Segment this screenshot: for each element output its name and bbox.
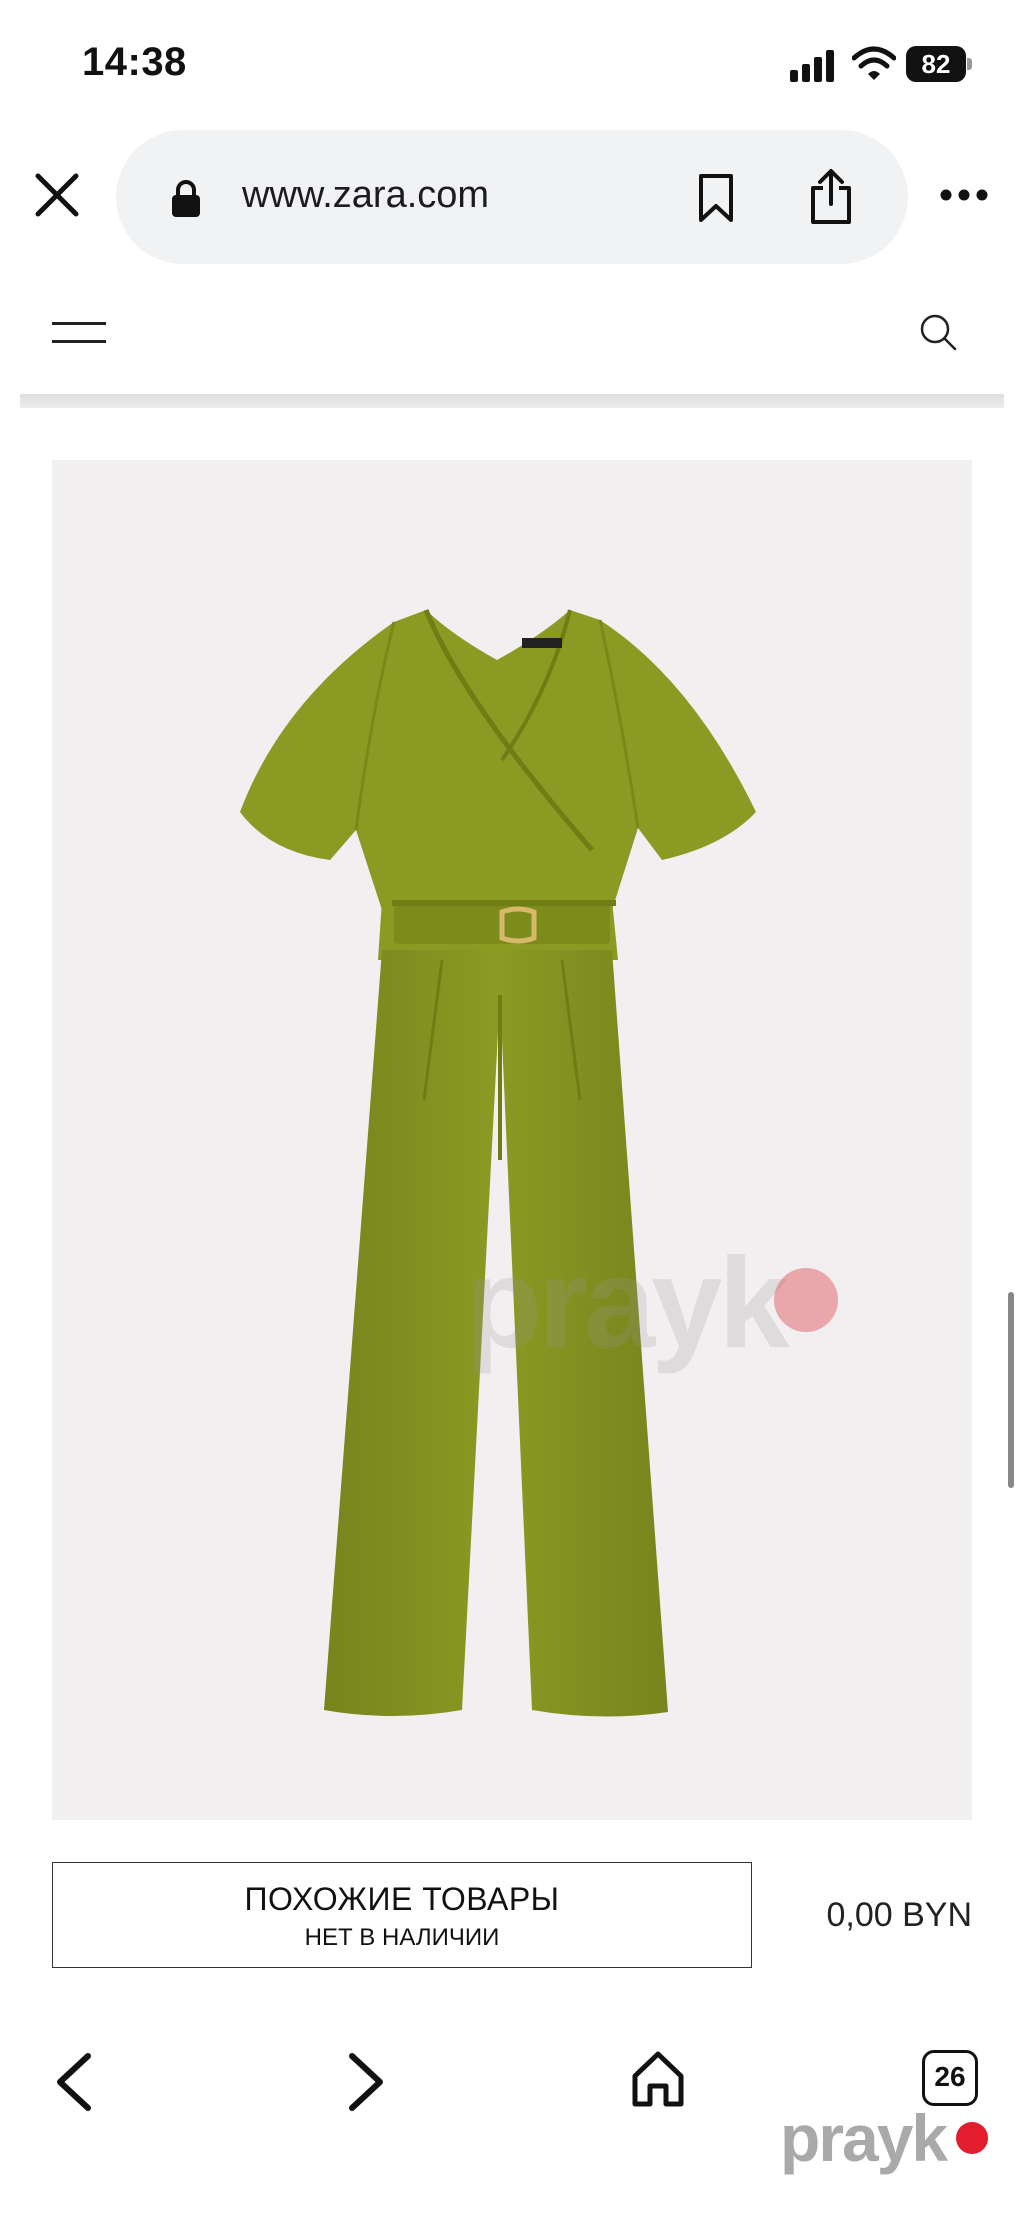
lock-icon: [172, 180, 200, 217]
product-price: 0,00 BYN: [826, 1896, 972, 1934]
battery-icon: 82: [906, 46, 972, 82]
share-icon[interactable]: [808, 168, 854, 226]
more-icon[interactable]: [940, 188, 988, 202]
url-text: www.zara.com: [242, 174, 490, 216]
out-of-stock-label: НЕТ В НАЛИЧИИ: [304, 1924, 500, 1951]
cellular-signal-icon: [790, 50, 836, 82]
home-icon[interactable]: [630, 2050, 686, 2108]
menu-icon[interactable]: [52, 318, 106, 348]
jumpsuit-illustration: [240, 609, 756, 1717]
similar-products-button[interactable]: ПОХОЖИЕ ТОВАРЫ НЕТ В НАЛИЧИИ: [52, 1862, 752, 1968]
status-time: 14:38: [82, 40, 187, 84]
corner-logo-dot: [956, 2122, 988, 2154]
forward-icon[interactable]: [344, 2050, 388, 2114]
bookmark-icon[interactable]: [696, 172, 736, 224]
wifi-icon: [852, 46, 896, 80]
close-icon[interactable]: [32, 170, 82, 220]
image-watermark: prayk: [464, 1232, 790, 1375]
scrollbar[interactable]: [1008, 1292, 1014, 1488]
similar-products-label: ПОХОЖИЕ ТОВАРЫ: [244, 1881, 560, 1917]
tab-switcher-button[interactable]: 26: [922, 2050, 978, 2106]
back-icon[interactable]: [52, 2050, 96, 2114]
watermark-dot: [774, 1268, 838, 1332]
battery-level: 82: [906, 46, 966, 82]
address-bar[interactable]: www.zara.com: [116, 130, 908, 264]
header-divider: [20, 394, 1004, 408]
product-image[interactable]: prayk: [52, 460, 972, 1820]
status-bar: 14:38 82: [0, 0, 1024, 120]
corner-logo: prayk: [780, 2101, 948, 2175]
search-icon[interactable]: [918, 312, 958, 352]
